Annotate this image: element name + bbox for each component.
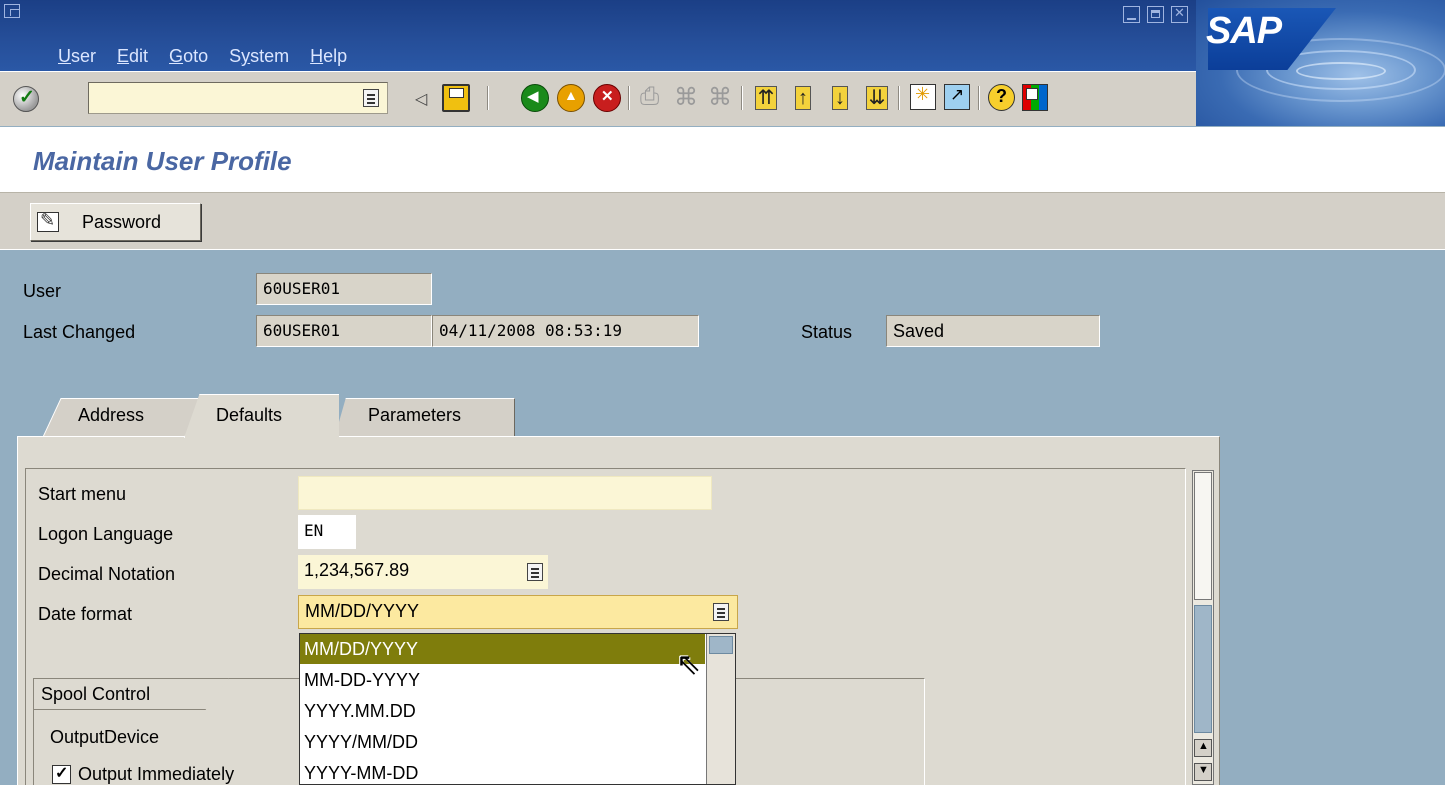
back-icon[interactable]	[521, 84, 549, 112]
logon-language-label: Logon Language	[38, 524, 174, 544]
toolbar-separator	[898, 86, 900, 110]
prev-page-icon[interactable]: ↑	[789, 84, 817, 112]
last-changed-datetime-field: 04/11/2008 08:53:19	[432, 315, 699, 347]
scroll-up-icon[interactable]	[1194, 739, 1212, 757]
find-next-icon[interactable]: ⌘	[708, 83, 732, 112]
shortcut-icon[interactable]	[944, 84, 970, 110]
command-history-icon[interactable]	[363, 89, 379, 107]
close-icon[interactable]	[1171, 5, 1188, 23]
date-format-label: Date format	[38, 604, 133, 624]
logon-language-input[interactable]: EN	[298, 515, 356, 549]
dropdown-option[interactable]: YYYY/MM/DD	[300, 727, 705, 757]
vertical-scrollbar[interactable]	[1192, 470, 1214, 785]
minimize-icon[interactable]	[1123, 6, 1140, 23]
water-ripple	[1296, 62, 1386, 80]
password-button[interactable]: Password	[30, 203, 201, 241]
exit-icon[interactable]	[557, 84, 585, 112]
maximize-icon[interactable]	[1147, 6, 1164, 23]
toolbar-separator	[978, 86, 980, 110]
pencil-icon	[37, 210, 59, 232]
decimal-notation-label: Decimal Notation	[38, 564, 176, 584]
application-toolbar	[0, 193, 1445, 250]
last-page-icon[interactable]: ⇊	[863, 84, 891, 112]
new-session-icon[interactable]	[910, 84, 936, 110]
dropdown-scroll-thumb[interactable]	[709, 636, 733, 654]
spool-control-title: Spool Control	[41, 684, 151, 704]
menu-system[interactable]: System	[229, 44, 289, 68]
first-page-icon[interactable]: ⇈	[752, 84, 780, 112]
menu-user[interactable]: User	[58, 44, 96, 68]
start-menu-label: Start menu	[38, 484, 127, 504]
dropdown-option-selected[interactable]: MM/DD/YYYY	[300, 634, 705, 664]
find-icon[interactable]: ⌘	[674, 83, 698, 112]
tab-address-label[interactable]: Address	[78, 405, 144, 426]
status-label: Status	[801, 322, 853, 342]
toolbar-separator	[741, 86, 743, 110]
check-icon[interactable]	[13, 86, 39, 112]
menu-goto[interactable]: Goto	[169, 44, 208, 68]
dropdown-option[interactable]: YYYY-MM-DD	[300, 758, 705, 784]
next-page-icon[interactable]: ↓	[826, 84, 854, 112]
dropdown-option[interactable]: MM-DD-YYYY	[300, 665, 705, 695]
save-icon[interactable]	[442, 84, 470, 112]
status-field: Saved	[886, 315, 1100, 347]
date-format-select[interactable]: MM/DD/YYYY	[298, 595, 738, 629]
last-changed-by-field: 60USER01	[256, 315, 432, 347]
decimal-notation-select[interactable]: 1,234,567.89	[298, 555, 548, 589]
dropdown-icon[interactable]	[713, 603, 729, 621]
dropdown-scrollbar[interactable]	[706, 634, 735, 784]
standard-toolbar: ◁ ⎙ ⌘ ⌘ ⇈ ↑ ↓ ⇊	[0, 71, 1196, 126]
dropdown-icon[interactable]	[527, 563, 543, 581]
sap-logo-text: SAP	[1206, 10, 1282, 52]
last-changed-label: Last Changed	[23, 322, 136, 342]
scroll-thumb[interactable]	[1194, 472, 1212, 600]
help-icon[interactable]	[988, 84, 1015, 111]
system-menu-icon[interactable]	[4, 4, 20, 18]
print-icon[interactable]: ⎙	[640, 83, 659, 111]
command-field[interactable]	[88, 82, 388, 114]
layout-menu-icon[interactable]	[1022, 84, 1048, 111]
user-field: 60USER01	[256, 273, 432, 305]
collapse-arrow-icon[interactable]: ◁	[415, 89, 427, 109]
tab-defaults-label[interactable]: Defaults	[216, 405, 282, 426]
user-label: User	[23, 281, 62, 301]
menu-help[interactable]: Help	[310, 44, 347, 68]
dropdown-option[interactable]: YYYY.MM.DD	[300, 696, 705, 726]
start-menu-input[interactable]	[298, 476, 712, 510]
scroll-track[interactable]	[1194, 605, 1212, 733]
output-immediately-checkbox[interactable]	[52, 763, 71, 784]
output-immediately-label: Output Immediately	[78, 764, 235, 784]
page-title: Maintain User Profile	[33, 146, 292, 176]
mouse-pointer-icon: ⇖	[676, 648, 702, 681]
tab-parameters-label[interactable]: Parameters	[368, 405, 461, 426]
output-device-label: OutputDevice	[50, 727, 160, 747]
toolbar-separator	[628, 86, 630, 110]
toolbar-separator	[487, 86, 489, 110]
cancel-icon[interactable]	[593, 84, 621, 112]
sap-branding-area: SAP	[1196, 0, 1445, 126]
scroll-down-icon[interactable]	[1194, 763, 1212, 781]
menu-edit[interactable]: Edit	[117, 44, 148, 68]
menu-bar: User Edit Goto System Help	[58, 44, 368, 68]
date-format-dropdown: MM/DD/YYYY MM-DD-YYYY YYYY.MM.DD YYYY/MM…	[299, 633, 736, 785]
password-button-label: Password	[82, 212, 162, 232]
